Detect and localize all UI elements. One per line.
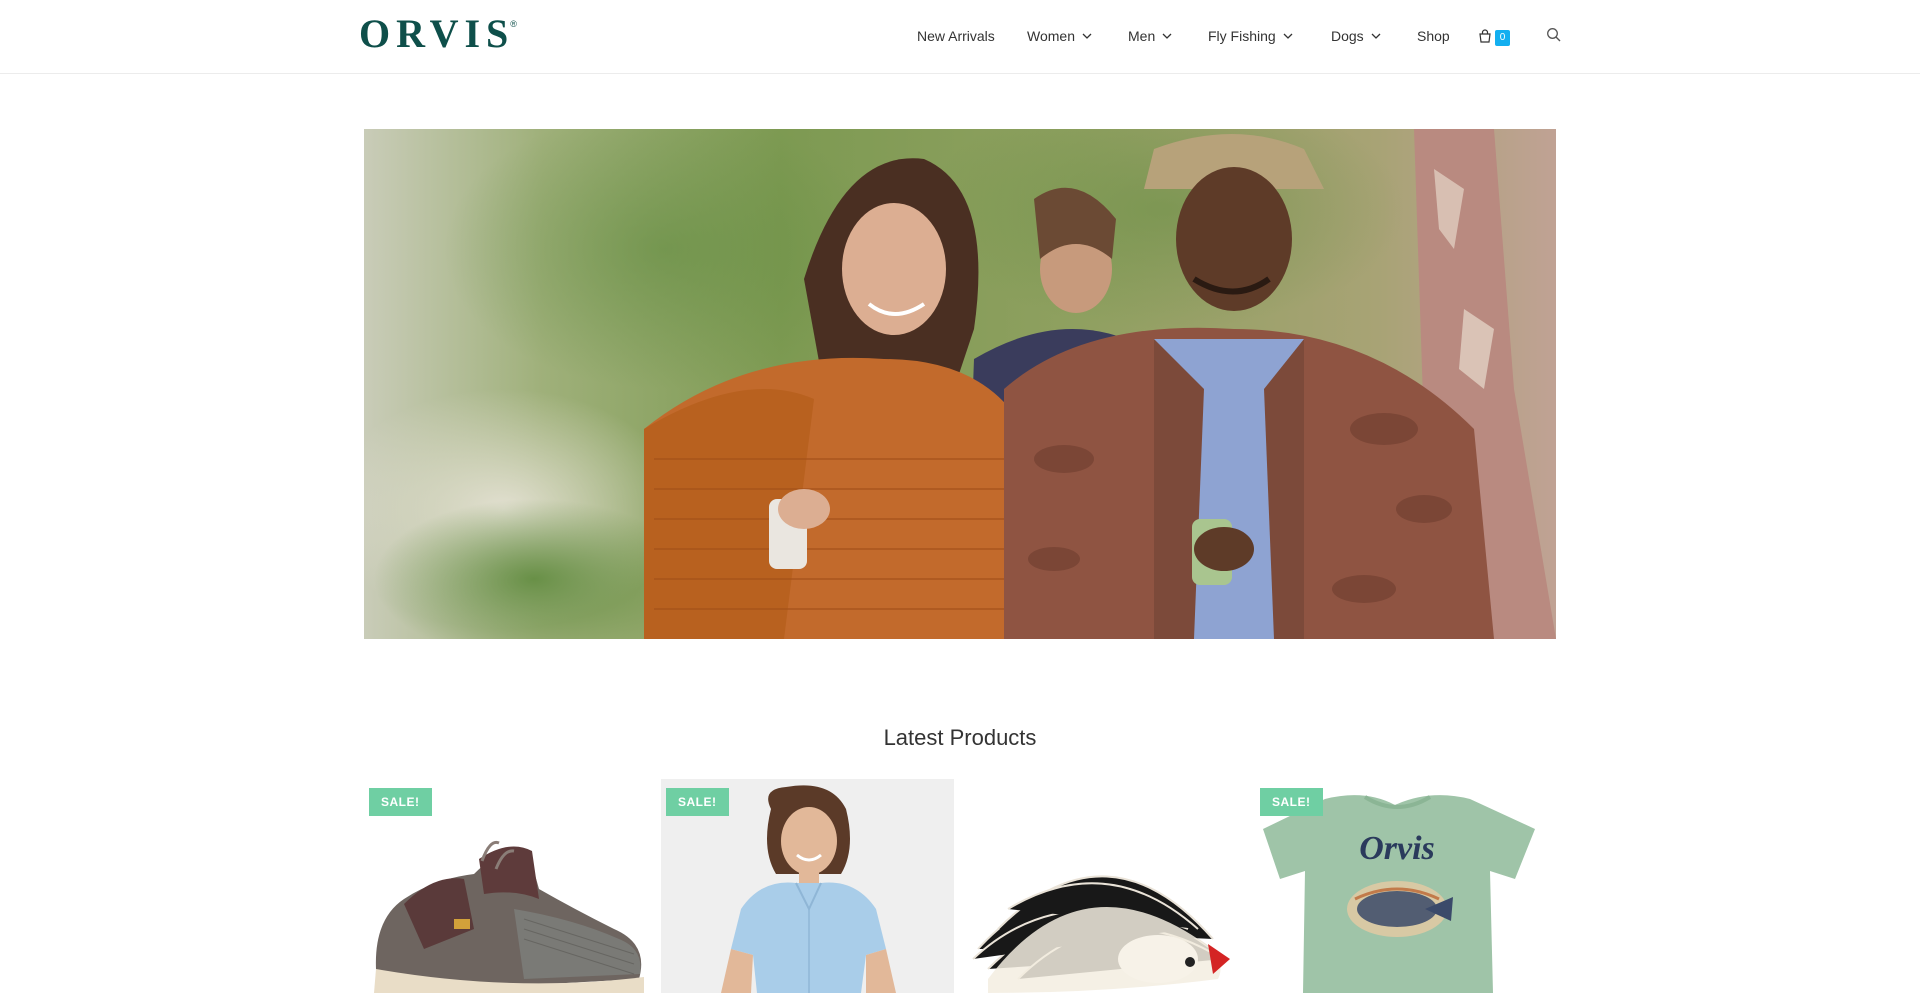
product-card[interactable]: SALE! Orvis xyxy=(1255,779,1548,993)
sale-badge: SALE! xyxy=(1260,788,1323,816)
nav-item-label: Fly Fishing xyxy=(1208,28,1276,44)
nav-item-women[interactable]: Women xyxy=(1027,26,1092,46)
nav-item-label: Men xyxy=(1128,28,1156,44)
sale-badge: SALE! xyxy=(369,788,432,816)
cart-button[interactable]: 0 xyxy=(1478,26,1510,46)
fishing-fly-image xyxy=(958,779,1251,993)
product-card[interactable]: SALE! xyxy=(661,779,954,993)
search-button[interactable] xyxy=(1546,27,1562,43)
nav-item-men[interactable]: Men xyxy=(1128,26,1172,46)
shopping-bag-icon xyxy=(1479,29,1491,43)
nav-item-shop[interactable]: Shop xyxy=(1417,26,1450,46)
nav-item-label: New Arrivals xyxy=(917,28,995,44)
nav-item-label: Dogs xyxy=(1331,28,1364,44)
nav-item-label: Women xyxy=(1027,28,1075,44)
nav-item-dogs[interactable]: Dogs xyxy=(1331,26,1381,46)
product-card[interactable] xyxy=(958,779,1251,993)
shirt-print-text: Orvis xyxy=(1359,830,1435,867)
chevron-down-icon xyxy=(1283,33,1293,39)
nav-item-label: Shop xyxy=(1417,28,1450,44)
sale-badge: SALE! xyxy=(666,788,729,816)
chevron-down-icon xyxy=(1371,33,1381,39)
latest-products-heading: Latest Products xyxy=(883,725,1037,751)
nav-item-new-arrivals[interactable]: New Arrivals xyxy=(917,26,995,46)
main-nav: New Arrivals Women Men Fly Fishing Dogs … xyxy=(0,0,1920,74)
chevron-down-icon xyxy=(1082,33,1092,39)
cart-count-badge: 0 xyxy=(1495,29,1510,46)
chevron-down-icon xyxy=(1162,33,1172,39)
search-icon xyxy=(1547,28,1561,42)
lifestyle-photo xyxy=(364,129,1556,639)
product-card[interactable]: SALE! xyxy=(364,779,657,993)
nav-item-fly-fishing[interactable]: Fly Fishing xyxy=(1208,26,1293,46)
site-header: ORVIS ® New Arrivals Women Men Fly Fishi… xyxy=(0,0,1920,74)
hero-banner[interactable] xyxy=(364,129,1556,639)
